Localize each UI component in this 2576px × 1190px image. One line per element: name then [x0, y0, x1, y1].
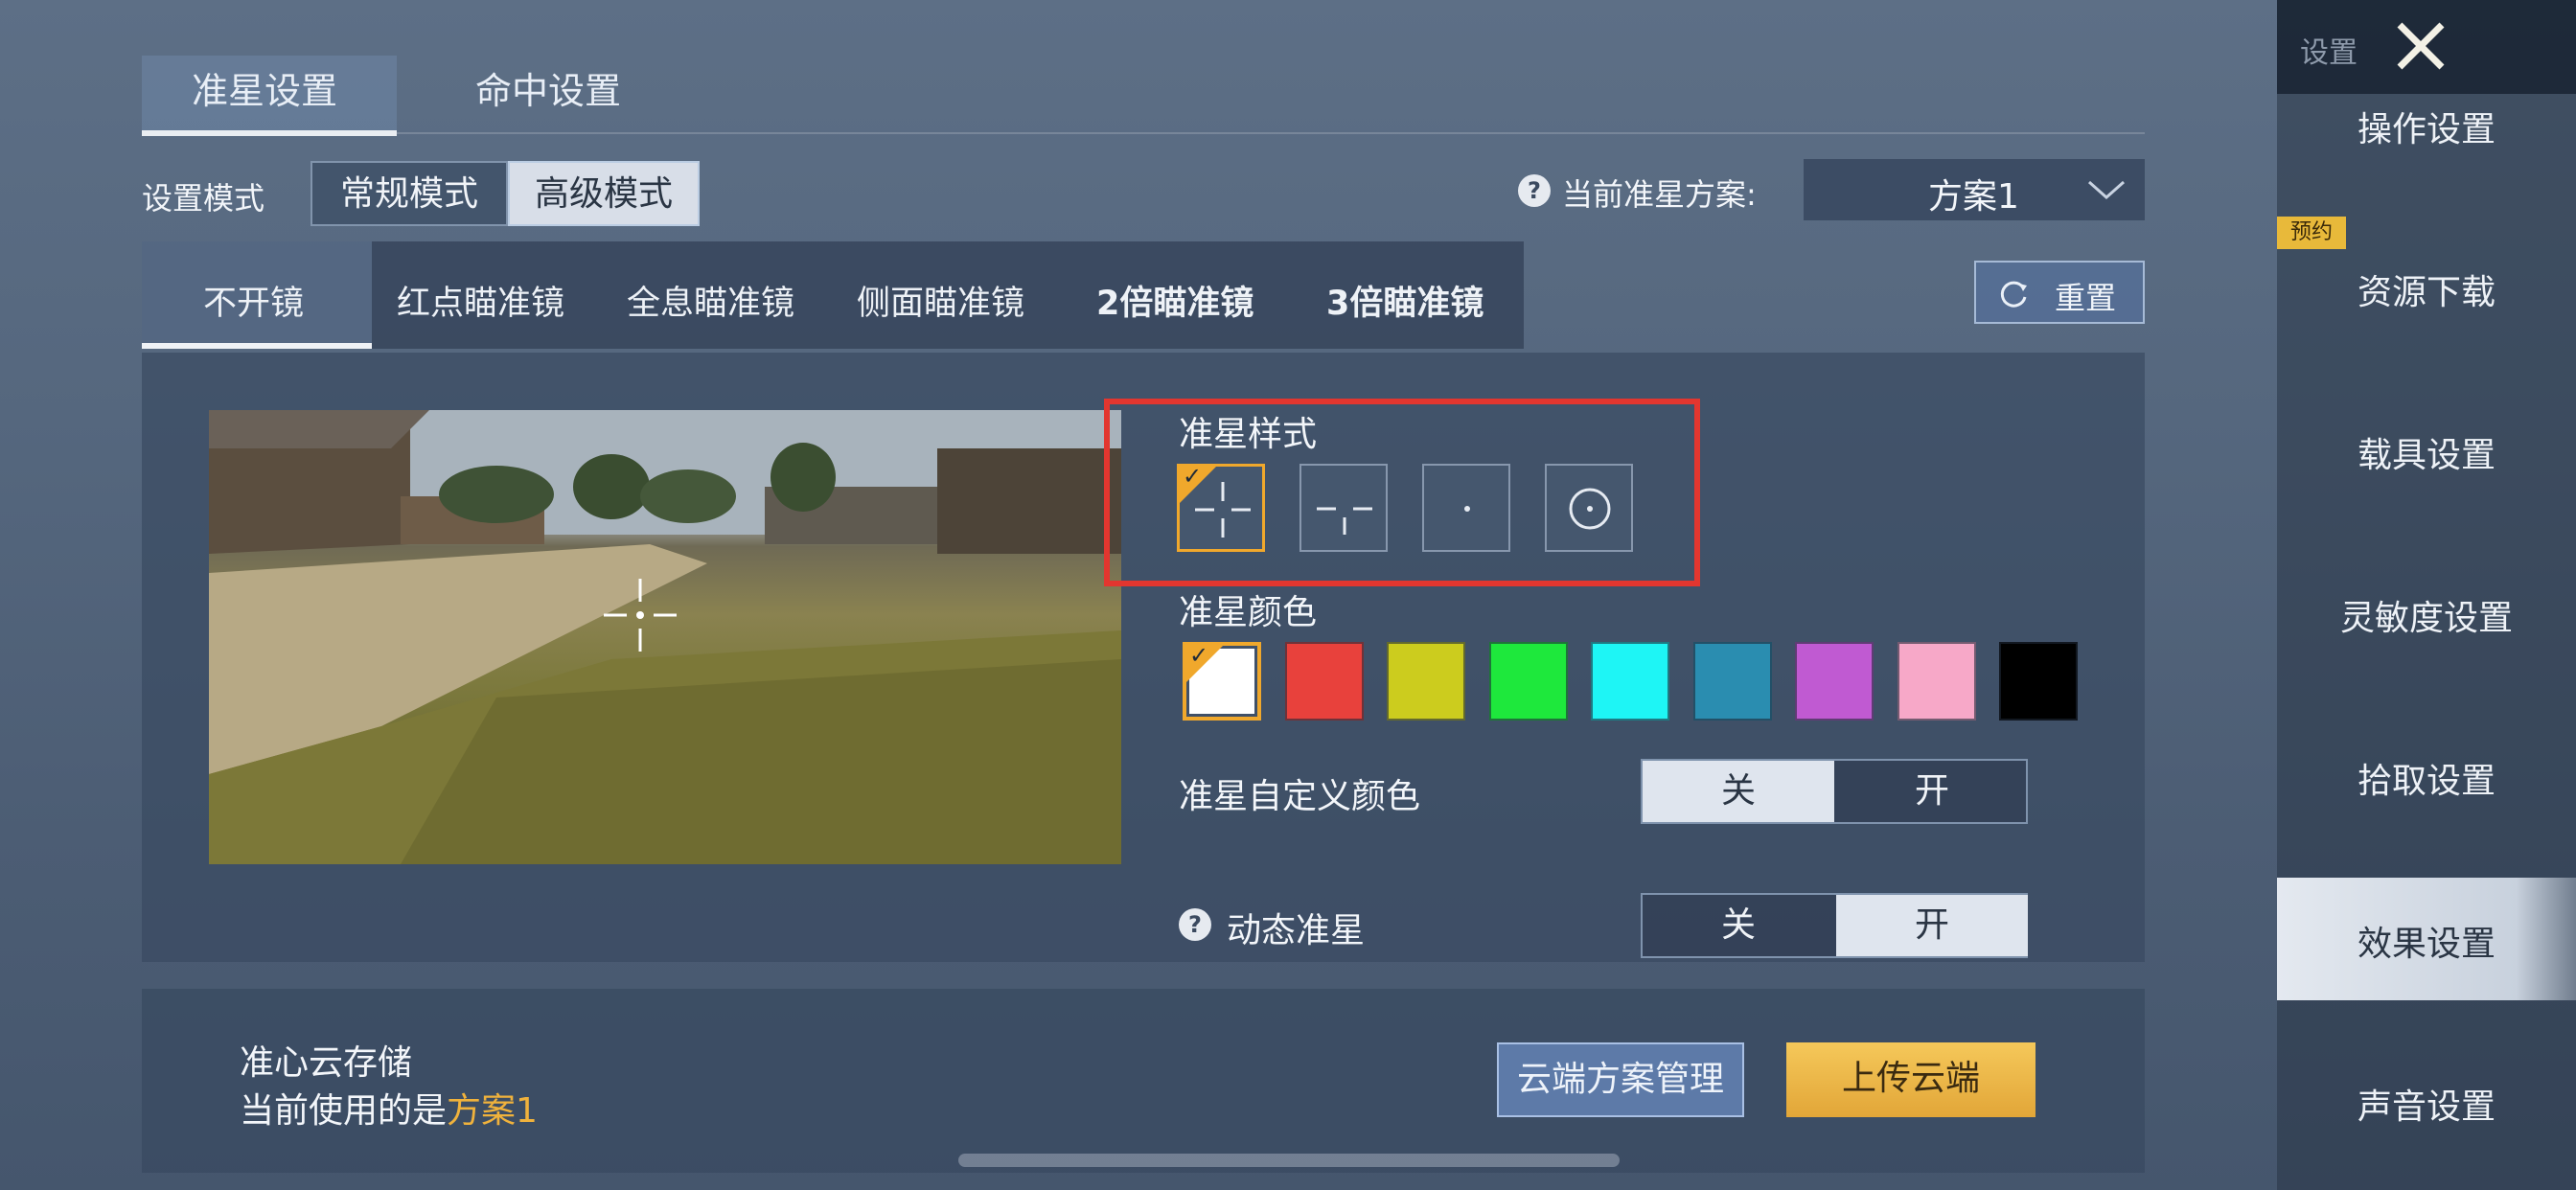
scheme-help-icon[interactable]: ? — [1518, 174, 1551, 207]
dynamic-crosshair-label: 动态准星 — [1227, 911, 1366, 950]
sidebar-item-sensitivity[interactable]: 灵敏度设置 — [2277, 590, 2576, 640]
dynamic-crosshair-on-option[interactable]: 开 — [1836, 895, 2028, 956]
cloud-current-scheme: 当前使用的是方案1 — [240, 1083, 538, 1133]
close-icon[interactable] — [2390, 15, 2451, 77]
reset-button[interactable]: 重置 — [1974, 261, 2145, 324]
cloud-storage-title: 准心云存储 — [240, 1043, 413, 1083]
sidebar-item-downloads[interactable]: 资源下载 — [2277, 264, 2576, 314]
sidebar-item-effects[interactable]: 效果设置 — [2277, 916, 2576, 966]
custom-color-label: 准星自定义颜色 — [1179, 777, 1421, 816]
color-swatch[interactable] — [1488, 642, 1568, 721]
dynamic-crosshair-help-icon[interactable]: ? — [1179, 908, 1211, 941]
chevron-down-icon — [2088, 180, 2125, 200]
color-swatch[interactable] — [1284, 642, 1364, 721]
color-swatch[interactable] — [1795, 642, 1874, 721]
cloud-current-value: 方案1 — [447, 1091, 538, 1131]
scope-tab-holographic[interactable]: 全息瞄准镜 — [627, 276, 794, 325]
cloud-current-prefix: 当前使用的是 — [240, 1091, 448, 1131]
highlight-box — [1104, 399, 1700, 586]
reset-label: 重置 — [2055, 280, 2117, 316]
color-swatch[interactable] — [1692, 642, 1772, 721]
dynamic-crosshair-off-option[interactable]: 关 — [1643, 895, 1834, 956]
scope-tab-red-dot[interactable]: 红点瞄准镜 — [397, 276, 564, 325]
mode-normal-button[interactable]: 常规模式 — [310, 161, 508, 226]
color-swatch[interactable] — [1897, 642, 1976, 721]
sidebar-item-controls[interactable]: 操作设置 — [2277, 102, 2576, 151]
cloud-manage-button[interactable]: 云端方案管理 — [1497, 1042, 1744, 1117]
color-swatch[interactable]: ✓ — [1183, 642, 1261, 721]
scope-tab-side[interactable]: 侧面瞄准镜 — [857, 276, 1024, 325]
reservation-badge: 预约 — [2277, 217, 2346, 249]
mode-label: 设置模式 — [142, 180, 265, 217]
home-indicator — [958, 1154, 1620, 1167]
custom-color-on-option[interactable]: 开 — [1836, 761, 2028, 822]
scope-tab-3x[interactable]: 3倍瞄准镜 — [1326, 276, 1484, 325]
scope-tab-no-scope[interactable]: 不开镜 — [203, 276, 304, 325]
refresh-icon — [2000, 281, 2027, 308]
custom-color-toggle[interactable]: 关 开 — [1641, 759, 2028, 824]
scheme-value: 方案1 — [1928, 177, 2019, 217]
sidebar-item-sound[interactable]: 声音设置 — [2277, 1079, 2576, 1129]
scope-tab-underline — [142, 343, 372, 349]
color-swatch[interactable] — [1999, 642, 2078, 721]
scheme-label: 当前准星方案: — [1562, 176, 1757, 213]
crosshair-preview-icon — [604, 579, 677, 652]
tab-hit-settings[interactable]: 命中设置 — [475, 61, 621, 114]
custom-color-off-option[interactable]: 关 — [1643, 761, 1834, 822]
cloud-upload-button[interactable]: 上传云端 — [1786, 1042, 2036, 1117]
crosshair-preview-image — [209, 410, 1121, 864]
scheme-dropdown[interactable]: 方案1 — [1804, 159, 2145, 220]
scope-tab-2x[interactable]: 2倍瞄准镜 — [1096, 276, 1254, 325]
dynamic-crosshair-toggle[interactable]: 关 开 — [1641, 893, 2028, 958]
tab-active-underline — [142, 130, 397, 136]
check-icon: ✓ — [1189, 642, 1209, 669]
sidebar-item-pickup[interactable]: 拾取设置 — [2277, 753, 2576, 803]
color-swatch[interactable] — [1387, 642, 1465, 721]
color-swatch[interactable] — [1591, 642, 1669, 721]
tab-crosshair-settings[interactable]: 准星设置 — [192, 61, 337, 114]
crosshair-color-label: 准星颜色 — [1179, 593, 1318, 632]
mode-advanced-button[interactable]: 高级模式 — [508, 161, 700, 226]
sidebar-item-vehicle[interactable]: 载具设置 — [2277, 427, 2576, 477]
tab-divider — [142, 132, 2145, 134]
sidebar-header-title: 设置 — [2300, 36, 2358, 70]
